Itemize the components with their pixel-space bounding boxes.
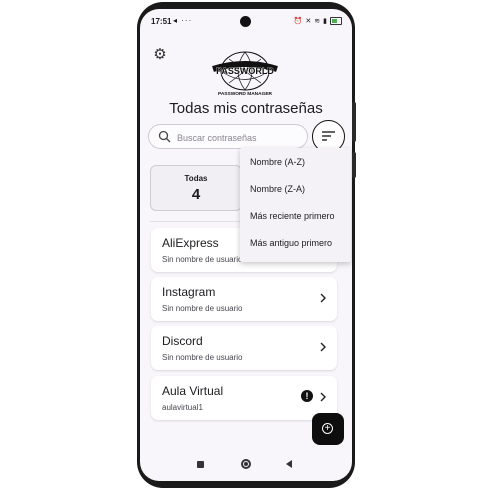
password-item[interactable]: Discord Sin nombre de usuario — [151, 326, 337, 370]
password-name: AliExpress — [162, 236, 219, 250]
camera-cutout — [240, 16, 251, 27]
chevron-right-icon — [320, 392, 326, 402]
sort-option-name-desc[interactable]: Nombre (Z-A) — [240, 176, 351, 202]
app-screen: 17:51 ◂ ··· ⏰ ✕ ≋ ▮ ⚙ PASSWORLD PASSWORD… — [140, 9, 352, 481]
wifi-icon: ≋ — [314, 18, 321, 25]
sort-option-name-asc[interactable]: Nombre (A-Z) — [240, 149, 351, 175]
battery-icon — [330, 17, 342, 25]
password-username: aulavirtual1 — [162, 403, 203, 412]
password-username: Sin nombre de usuario — [162, 353, 243, 362]
gear-icon[interactable]: ⚙ — [152, 47, 168, 63]
sort-option-newest[interactable]: Más reciente primero — [240, 203, 351, 229]
password-username: Sin nombre de usuario — [162, 304, 243, 313]
alarm-icon: ⏰ — [293, 18, 303, 25]
stat-card-all[interactable]: Todas 4 — [150, 165, 242, 211]
status-time: 17:51 — [151, 17, 172, 26]
stat-label: Todas — [184, 174, 208, 183]
password-username: Sin nombre de usuario — [162, 255, 243, 264]
logo-text: PASSWORLD — [216, 66, 274, 76]
logo-subtext: PASSWORD MANAGER — [218, 91, 273, 97]
password-name: Instagram — [162, 285, 216, 299]
recents-button[interactable] — [197, 461, 204, 468]
sort-menu: Nombre (A-Z) Nombre (Z-A) Más reciente p… — [240, 148, 351, 262]
notification-icons: ◂ ··· — [173, 16, 193, 25]
status-right-icons: ⏰ ✕ ≋ ▮ — [294, 17, 342, 25]
sort-option-oldest[interactable]: Más antiguo primero — [240, 230, 351, 256]
search-input[interactable] — [175, 128, 304, 147]
logo-graphic: PASSWORLD PASSWORD MANAGER — [212, 51, 278, 97]
app-logo: PASSWORLD PASSWORD MANAGER — [207, 49, 283, 99]
volume-button — [352, 102, 356, 142]
password-name: Discord — [162, 334, 203, 348]
system-nav-bar — [140, 455, 352, 477]
signal-icon: ▮ — [323, 18, 327, 25]
page-title: Todas mis contraseñas — [169, 100, 323, 117]
back-button[interactable] — [286, 460, 292, 468]
password-item[interactable]: Instagram Sin nombre de usuario — [151, 277, 337, 321]
search-icon — [158, 130, 171, 143]
password-name: Aula Virtual — [162, 384, 224, 398]
power-button — [352, 152, 356, 178]
password-item[interactable]: Aula Virtual aulavirtual1 ! — [151, 376, 337, 420]
add-password-button[interactable]: + — [312, 413, 344, 445]
search-bar[interactable] — [148, 124, 308, 149]
add-icon: + — [322, 423, 333, 434]
chevron-right-icon — [320, 293, 326, 303]
status-bar: 17:51 ◂ ··· ⏰ ✕ ≋ ▮ — [140, 9, 352, 35]
warning-icon: ! — [301, 390, 313, 402]
sort-icon — [322, 131, 335, 141]
home-button[interactable] — [241, 459, 251, 469]
chevron-right-icon — [320, 342, 326, 352]
stat-count: 4 — [191, 186, 201, 203]
mute-icon: ✕ — [305, 18, 312, 25]
